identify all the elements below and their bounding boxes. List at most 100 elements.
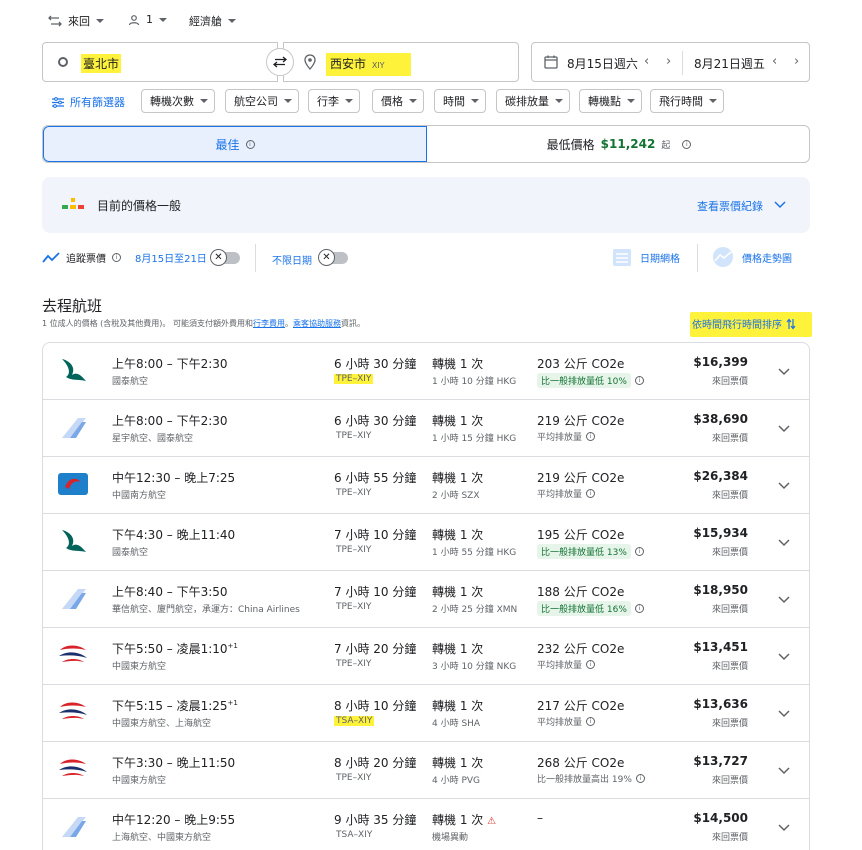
flight-row[interactable]: 上午8:40 – 下午3:50 華信航空、廈門航空，承運方：China Airli… bbox=[42, 571, 810, 628]
tab-cheapest-label: 最低價格 bbox=[546, 137, 595, 152]
flight-times: 中午12:20 – 晚上9:55 bbox=[112, 811, 235, 828]
filter-bags[interactable]: 行李 bbox=[308, 89, 360, 113]
flight-route: TPE–XIY bbox=[336, 545, 372, 555]
expand-chevron-icon[interactable] bbox=[778, 361, 790, 380]
cheapest-price: $11,242 bbox=[600, 137, 656, 151]
expand-chevron-icon[interactable] bbox=[778, 532, 790, 551]
stops-count: 轉機 1 次 bbox=[432, 471, 484, 485]
flight-row[interactable]: 下午3:30 – 晚上11:50 中國東方航空 8 小時 20 分鐘 TPE–XIY 轉… bbox=[42, 742, 810, 799]
layover-info: 1 小時 15 分鐘 HKG bbox=[432, 434, 517, 444]
expand-chevron-icon[interactable] bbox=[778, 589, 790, 608]
origin-value: 臺北市 bbox=[81, 54, 122, 73]
flight-route: TPE–XIY bbox=[336, 659, 372, 669]
info-icon[interactable]: i bbox=[634, 547, 644, 556]
expand-chevron-icon[interactable] bbox=[778, 817, 790, 836]
price-type: 來回票價 bbox=[711, 833, 748, 843]
flight-row[interactable]: 中午12:30 – 晚上7:25 中國南方航空 6 小時 55 分鐘 TPE–XIY 轉… bbox=[42, 457, 810, 514]
filter-times[interactable]: 時間 bbox=[434, 89, 486, 113]
sort-by-label: 依時間飛行時間排序 bbox=[692, 320, 782, 331]
subtitle-sep: 。 bbox=[284, 319, 293, 328]
flight-price: $14,500 bbox=[693, 811, 748, 825]
cabin-select[interactable]: 經濟艙 bbox=[189, 13, 236, 29]
tab-best[interactable]: 最佳 i bbox=[43, 126, 427, 162]
next-return-chevron-icon[interactable]: › bbox=[794, 54, 799, 69]
any-dates-toggle[interactable]: ✕ bbox=[318, 249, 348, 266]
date-grid-button[interactable]: 日期網格 bbox=[612, 247, 680, 267]
close-icon: ✕ bbox=[318, 249, 335, 266]
airline-name: 中國東方航空、上海航空 bbox=[112, 719, 212, 729]
filter-emissions[interactable]: 碳排放量 bbox=[496, 89, 570, 113]
chevron-down-icon bbox=[471, 99, 479, 103]
flight-row[interactable]: 下午5:15 – 凌晨1:25+1 中國東方航空、上海航空 8 小時 10 分鐘 TS… bbox=[42, 685, 810, 742]
date-grid-icon bbox=[612, 247, 632, 267]
flight-row[interactable]: 上午8:00 – 下午2:30 國泰航空 6 小時 30 分鐘 TPE–XIY 轉機 1… bbox=[42, 343, 810, 400]
flight-price: $18,950 bbox=[693, 583, 748, 597]
all-filters-label: 所有篩選器 bbox=[70, 96, 125, 109]
info-icon[interactable]: i bbox=[586, 432, 596, 441]
flight-duration: 9 小時 35 分鐘 bbox=[334, 813, 417, 827]
swap-button[interactable] bbox=[266, 48, 294, 76]
info-icon[interactable]: i bbox=[634, 376, 644, 385]
flight-row[interactable]: 下午4:30 – 晚上11:40 國泰航空 7 小時 10 分鐘 TPE–XIY 轉機 … bbox=[42, 514, 810, 571]
depart-date[interactable]: 8月15日週六 bbox=[567, 55, 638, 72]
layover-info: 2 小時 SZX bbox=[432, 491, 480, 501]
airline-name: 上海航空、中國東方航空 bbox=[112, 833, 212, 843]
chevron-down-icon[interactable] bbox=[774, 201, 786, 209]
chevron-down-icon bbox=[200, 99, 208, 103]
price-history-link[interactable]: 查看票價紀錄 bbox=[697, 198, 763, 214]
destination-code: XIY bbox=[371, 61, 385, 70]
sort-tabs: 最佳 i 最低價格 $11,242 起 i bbox=[42, 125, 810, 163]
flight-row[interactable]: 中午12:20 – 晚上9:55 上海航空、中國東方航空 9 小時 35 分鐘 TSA… bbox=[42, 799, 810, 850]
flight-row[interactable]: 下午5:50 – 凌晨1:10+1 中國東方航空 7 小時 20 分鐘 TPE–XIY… bbox=[42, 628, 810, 685]
stops-count: 轉機 1 次 bbox=[432, 756, 484, 770]
stops-info: 轉機 1 次 bbox=[432, 412, 483, 429]
destination-field[interactable]: 西安市 XIY bbox=[283, 42, 519, 82]
filter-stops[interactable]: 轉機次數 bbox=[141, 89, 215, 113]
filter-price[interactable]: 價格 bbox=[372, 89, 424, 113]
flight-times: 下午5:15 – 凌晨1:25+1 bbox=[112, 697, 238, 714]
emissions-label: 平均排放量 bbox=[537, 718, 583, 728]
info-icon[interactable]: i bbox=[586, 717, 596, 726]
co2-emissions: 203 公斤 CO2e bbox=[537, 357, 625, 371]
expand-chevron-icon[interactable] bbox=[778, 475, 790, 494]
expand-chevron-icon[interactable] bbox=[778, 760, 790, 779]
expand-chevron-icon[interactable] bbox=[778, 646, 790, 665]
origin-field[interactable]: 臺北市 bbox=[42, 42, 278, 82]
expand-chevron-icon[interactable] bbox=[778, 703, 790, 722]
prev-depart-chevron-icon[interactable]: ‹ bbox=[644, 54, 649, 69]
tab-cheapest[interactable]: 最低價格 $11,242 起 i bbox=[427, 126, 809, 162]
flight-route: TSA–XIY bbox=[336, 830, 373, 840]
sort-by-button[interactable]: 依時間飛行時間排序 bbox=[690, 312, 812, 337]
flight-time-range: 中午12:20 – 晚上9:55 bbox=[112, 813, 236, 827]
info-icon[interactable]: i bbox=[245, 139, 255, 149]
info-icon[interactable]: i bbox=[635, 774, 645, 783]
price-graph-button[interactable]: 價格走勢圖 bbox=[712, 247, 792, 267]
flight-price: $13,727 bbox=[693, 754, 748, 768]
flight-row[interactable]: 上午8:00 – 下午2:30 星宇航空、國泰航空 6 小時 30 分鐘 TPE–XI… bbox=[42, 400, 810, 457]
info-icon[interactable]: i bbox=[112, 253, 121, 262]
stops-count: 轉機 1 次 bbox=[432, 585, 484, 599]
info-icon[interactable]: i bbox=[682, 139, 692, 149]
expand-chevron-icon[interactable] bbox=[778, 418, 790, 437]
return-date[interactable]: 8月21日週五 bbox=[694, 55, 765, 72]
date-range-field[interactable]: 8月15日週六 ‹ › 8月21日週五 ‹ › bbox=[531, 42, 810, 82]
flight-price: $16,399 bbox=[693, 355, 748, 369]
info-icon[interactable]: i bbox=[586, 489, 596, 498]
baggage-fees-link[interactable]: 行李費用 bbox=[253, 319, 285, 328]
cheapest-suffix: 起 bbox=[661, 140, 671, 151]
filter-duration[interactable]: 飛行時間 bbox=[650, 89, 724, 113]
filter-connecting-airports[interactable]: 轉機點 bbox=[579, 89, 642, 113]
info-icon[interactable]: i bbox=[586, 660, 596, 669]
chevron-down-icon bbox=[284, 99, 292, 103]
track-dates-toggle[interactable]: ✕ bbox=[210, 249, 240, 266]
next-depart-chevron-icon[interactable]: › bbox=[666, 54, 671, 69]
chevron-down-icon bbox=[159, 17, 167, 22]
prev-return-chevron-icon[interactable]: ‹ bbox=[772, 54, 777, 69]
passengers-select[interactable]: 1 bbox=[128, 13, 167, 26]
filter-airlines[interactable]: 航空公司 bbox=[225, 89, 299, 113]
trip-type-select[interactable]: 來回 bbox=[48, 13, 104, 29]
stops-info: 轉機 1 次 bbox=[432, 583, 483, 600]
info-icon[interactable]: i bbox=[634, 604, 644, 613]
all-filters-button[interactable]: 所有篩選器 bbox=[52, 94, 125, 110]
passenger-assistance-link[interactable]: 乘客協助服務 bbox=[293, 319, 341, 328]
